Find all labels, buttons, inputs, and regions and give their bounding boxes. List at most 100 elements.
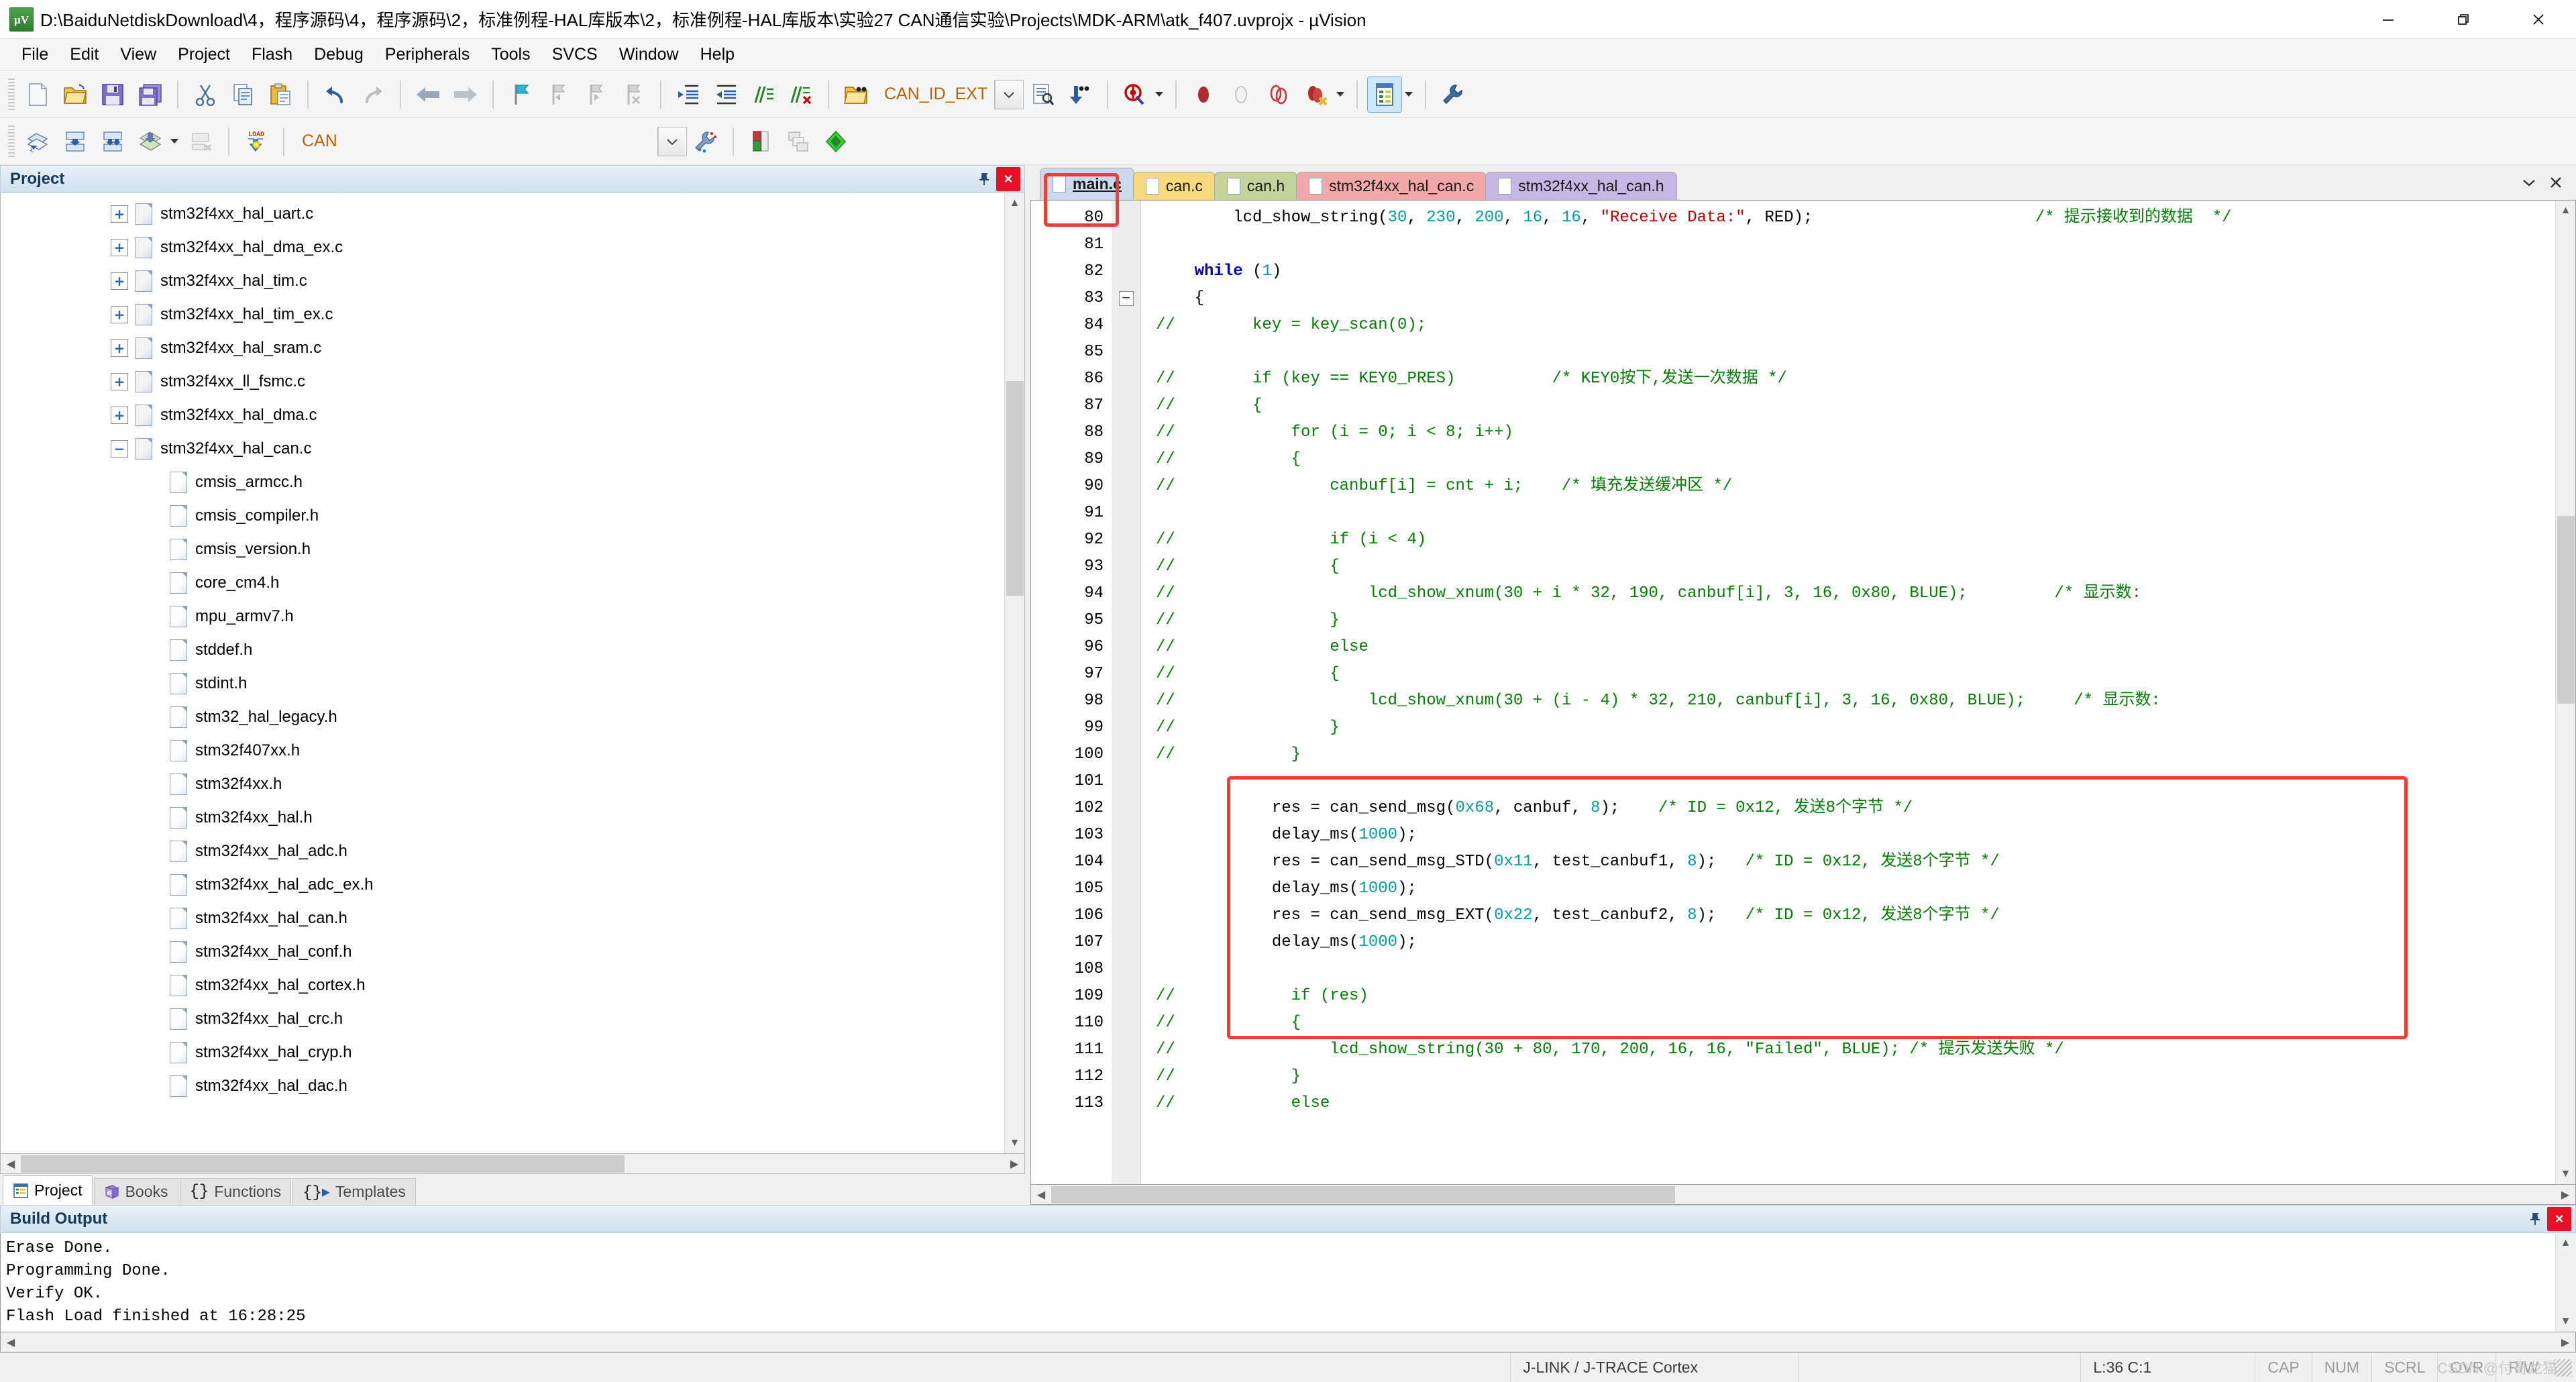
expand-icon[interactable]: +	[111, 239, 128, 256]
breakpoint-disable-all-icon[interactable]	[1262, 77, 1295, 112]
code-line[interactable]: // lcd_show_xnum(30 + i * 32, 190, canbu…	[1156, 580, 2555, 607]
scroll-h-thumb[interactable]	[21, 1155, 625, 1173]
code-line[interactable]: delay_ms(1000);	[1156, 875, 2555, 902]
breakpoint-dropdown-caret[interactable]	[1336, 92, 1344, 97]
code-text[interactable]: lcd_show_string(30, 230, 200, 16, 16, "R…	[1141, 201, 2555, 1184]
scroll-right-icon[interactable]: ▶	[2555, 1185, 2575, 1205]
tree-item[interactable]: stddef.h	[1, 633, 1004, 667]
open-file-icon[interactable]	[58, 77, 92, 112]
menu-item-view[interactable]: View	[109, 42, 167, 67]
code-line[interactable]: {	[1156, 285, 2555, 312]
code-line[interactable]: // }	[1156, 714, 2555, 741]
project-tab-project[interactable]: Project	[3, 1175, 93, 1205]
undo-icon[interactable]	[319, 77, 352, 112]
code-viewport[interactable]: 8081828384858687888990919293949596979899…	[1031, 201, 2555, 1184]
expand-icon[interactable]: +	[111, 339, 128, 357]
code-line[interactable]: // {	[1156, 446, 2555, 473]
code-line[interactable]: // {	[1156, 1010, 2555, 1036]
scroll-up-icon[interactable]: ▲	[1005, 193, 1025, 213]
code-line[interactable]: // key = key_scan(0);	[1156, 312, 2555, 339]
breakpoint-kill-all-icon[interactable]	[1299, 77, 1333, 112]
menu-item-project[interactable]: Project	[167, 42, 241, 67]
close-icon[interactable]: ×	[996, 167, 1020, 191]
breakpoint-insert-icon[interactable]	[1187, 77, 1220, 112]
tree-item[interactable]: core_cm4.h	[1, 566, 1004, 600]
menu-item-peripherals[interactable]: Peripherals	[374, 42, 480, 67]
code-line[interactable]: // if (key == KEY0_PRES) /* KEY0按下,发送一次数…	[1156, 366, 2555, 392]
rebuild-icon[interactable]	[96, 124, 129, 159]
tree-item[interactable]: cmsis_compiler.h	[1, 499, 1004, 533]
copy-icon[interactable]	[226, 77, 260, 112]
code-line[interactable]: while (1)	[1156, 258, 2555, 285]
tree-item[interactable]: +stm32f4xx_hal_dma.c	[1, 398, 1004, 432]
collapse-icon[interactable]: −	[111, 440, 128, 458]
tree-item[interactable]: stm32f4xx_hal_conf.h	[1, 935, 1004, 969]
batch-build-icon[interactable]	[133, 124, 167, 159]
fold-cell[interactable]: −	[1112, 285, 1140, 312]
editor-tab-stm32f4xx_hal_can-c[interactable]: stm32f4xx_hal_can.c	[1296, 172, 1487, 200]
tree-item[interactable]: +stm32f4xx_hal_tim_ex.c	[1, 298, 1004, 331]
save-icon[interactable]	[96, 77, 129, 112]
tree-item[interactable]: stm32f4xx_hal_crc.h	[1, 1002, 1004, 1036]
scroll-track[interactable]	[2556, 221, 2576, 1164]
code-line[interactable]: // {	[1156, 661, 2555, 688]
find-history-dropdown[interactable]	[994, 80, 1024, 109]
code-folding-bar[interactable]: −	[1112, 201, 1141, 1184]
editor-tab-can-h[interactable]: can.h	[1214, 172, 1297, 200]
code-scrollbar[interactable]: ▲ ▼	[2555, 201, 2575, 1184]
code-line[interactable]: res = can_send_msg_STD(0x11, test_canbuf…	[1156, 849, 2555, 875]
project-tree-scrollbar[interactable]: ▲ ▼	[1004, 193, 1024, 1153]
code-line[interactable]	[1156, 500, 2555, 527]
code-editor[interactable]: 8081828384858687888990919293949596979899…	[1030, 200, 2576, 1185]
tree-item[interactable]: cmsis_version.h	[1, 533, 1004, 566]
code-line[interactable]: res = can_send_msg_EXT(0x22, test_canbuf…	[1156, 902, 2555, 929]
scroll-down-icon[interactable]: ▼	[2556, 1312, 2576, 1332]
tree-item[interactable]: +stm32f4xx_hal_uart.c	[1, 197, 1004, 231]
scroll-h-track[interactable]	[21, 1332, 2555, 1352]
project-tab-templates[interactable]: {}▸Templates	[292, 1178, 416, 1205]
code-line[interactable]: // {	[1156, 392, 2555, 419]
tree-item[interactable]: stdint.h	[1, 667, 1004, 700]
scroll-up-icon[interactable]: ▲	[2556, 201, 2576, 221]
code-line[interactable]	[1156, 768, 2555, 795]
build-output-hscrollbar[interactable]: ◀ ▶	[0, 1332, 2576, 1352]
code-line[interactable]: // }	[1156, 607, 2555, 634]
close-icon[interactable]: ×	[2547, 1207, 2571, 1231]
scroll-track[interactable]	[1005, 213, 1025, 1133]
restore-icon[interactable]	[2426, 0, 2501, 39]
code-line[interactable]	[1156, 956, 2555, 983]
panel-splitter[interactable]	[1025, 165, 1030, 1205]
toolbar-grip[interactable]	[8, 125, 15, 158]
project-tab-books[interactable]: ?Books	[94, 1178, 178, 1205]
navigate-back-icon[interactable]	[411, 77, 445, 112]
project-tree-hscrollbar[interactable]: ◀ ▶	[0, 1154, 1025, 1174]
code-line[interactable]: // lcd_show_string(30 + 80, 170, 200, 16…	[1156, 1036, 2555, 1063]
new-file-icon[interactable]	[21, 77, 54, 112]
code-line[interactable]: // if (i < 4)	[1156, 527, 2555, 553]
tree-item[interactable]: +stm32f4xx_ll_fsmc.c	[1, 365, 1004, 398]
target-options-icon[interactable]	[689, 124, 722, 159]
books-icon[interactable]	[819, 124, 853, 159]
code-line[interactable]: delay_ms(1000);	[1156, 929, 2555, 956]
editor-tab-can-c[interactable]: can.c	[1133, 172, 1216, 200]
scroll-left-icon[interactable]: ◀	[1, 1154, 21, 1174]
cut-icon[interactable]	[189, 77, 222, 112]
editor-tab-main-c[interactable]: main.c	[1040, 168, 1134, 200]
code-line[interactable]: // canbuf[i] = cnt + i; /* 填充发送缓冲区 */	[1156, 473, 2555, 500]
tree-item[interactable]: cmsis_armcc.h	[1, 466, 1004, 499]
scroll-right-icon[interactable]: ▶	[2555, 1332, 2575, 1352]
tree-item[interactable]: stm32_hal_legacy.h	[1, 700, 1004, 734]
project-tree[interactable]: +stm32f4xx_hal_uart.c+stm32f4xx_hal_dma_…	[1, 193, 1004, 1153]
build-output-body[interactable]: Erase Done.Programming Done.Verify OK.Fl…	[0, 1233, 2576, 1332]
menu-item-file[interactable]: File	[11, 42, 59, 67]
menu-item-help[interactable]: Help	[690, 42, 745, 67]
find-in-files-icon[interactable]	[839, 77, 873, 112]
tree-item[interactable]: stm32f4xx_hal_cortex.h	[1, 969, 1004, 1002]
scroll-thumb[interactable]	[1006, 381, 1024, 596]
code-line[interactable]: // }	[1156, 741, 2555, 768]
indent-left-icon[interactable]	[709, 77, 743, 112]
code-line[interactable]: // {	[1156, 553, 2555, 580]
scroll-down-icon[interactable]: ▼	[2556, 1164, 2576, 1184]
menu-item-edit[interactable]: Edit	[59, 42, 109, 67]
tree-item[interactable]: stm32f407xx.h	[1, 734, 1004, 767]
